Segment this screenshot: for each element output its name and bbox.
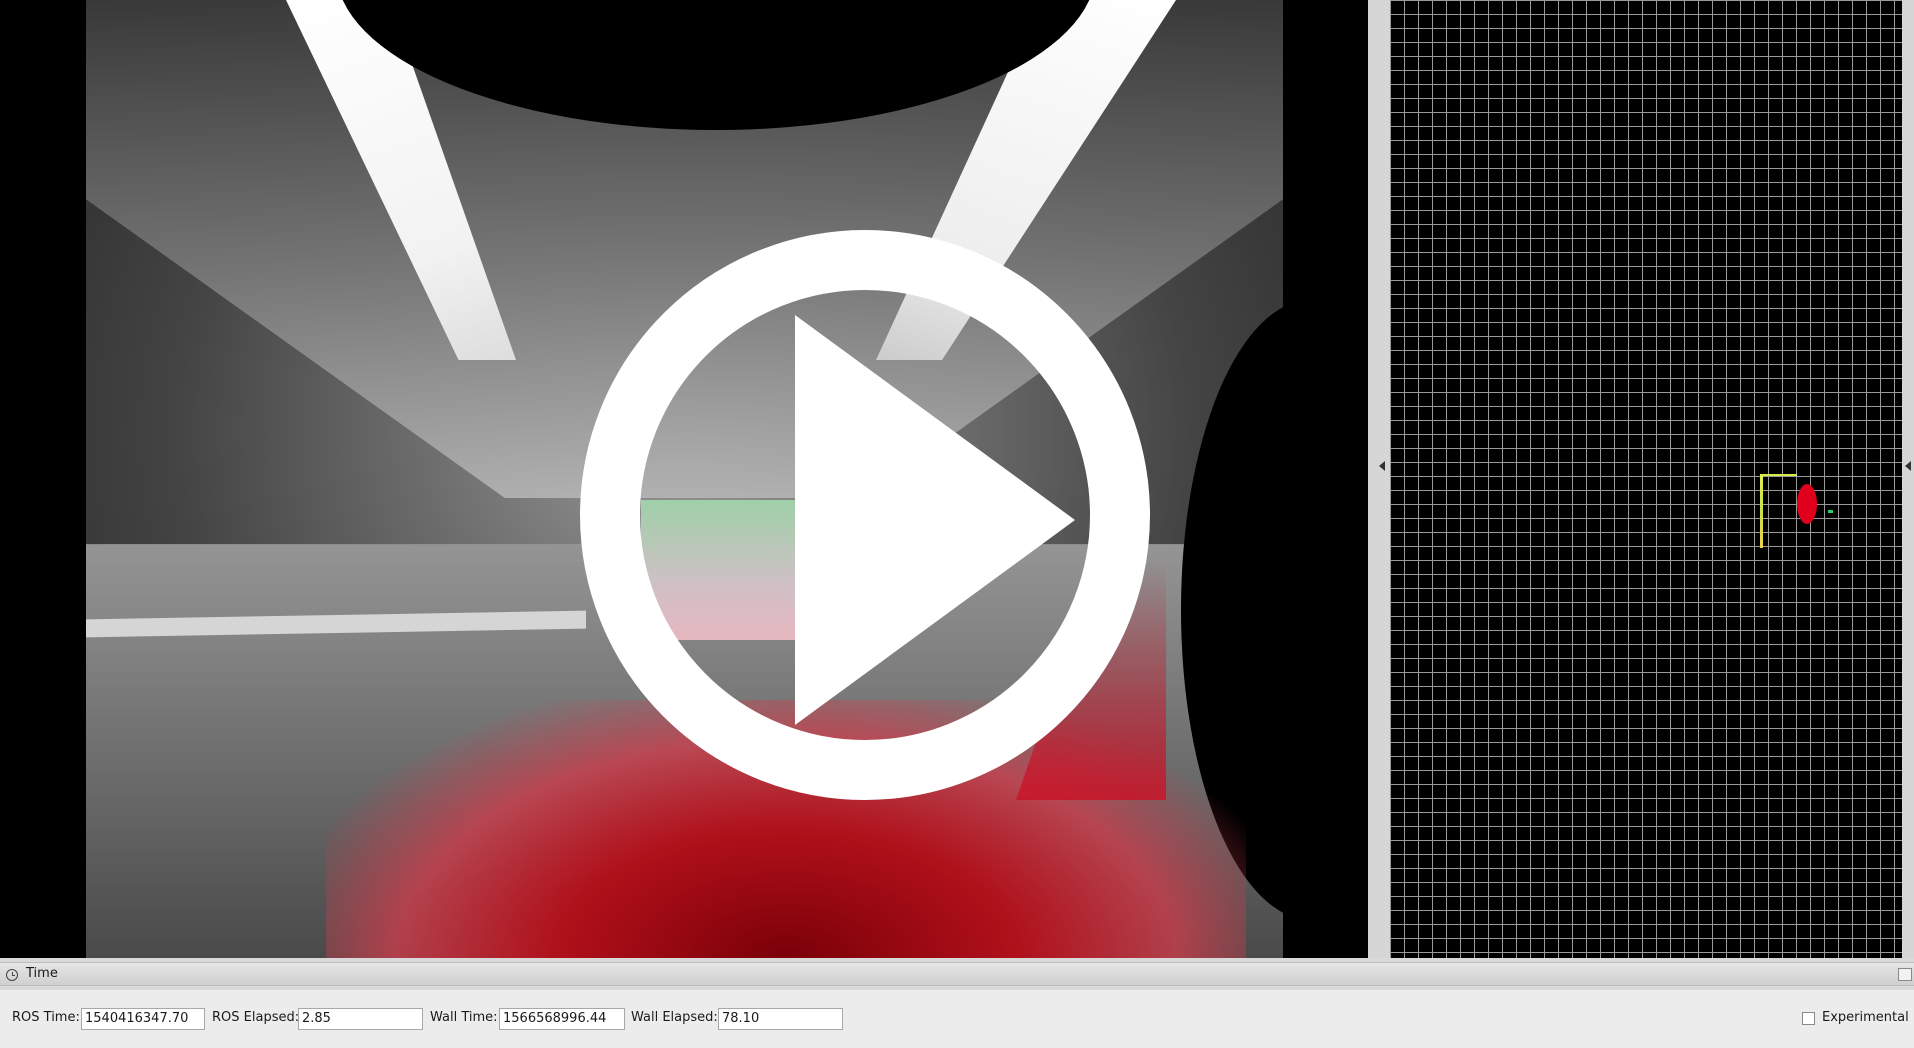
time-panel-header: Time	[0, 962, 1914, 986]
play-triangle	[795, 315, 1075, 725]
time-panel: ROS Time: 1540416347.70 ROS Elapsed: 2.8…	[0, 990, 1914, 1048]
ros-time-label: ROS Time:	[12, 1010, 80, 1025]
wall-elapsed-label: Wall Elapsed:	[631, 1010, 718, 1025]
trajectory-trace-top	[1762, 474, 1797, 476]
wall-time-label: Wall Time:	[430, 1010, 498, 1025]
chevron-left-icon[interactable]	[1379, 461, 1385, 471]
experimental-label: Experimental	[1822, 1010, 1909, 1025]
wall-elapsed-field[interactable]: 78.10	[718, 1008, 843, 1030]
time-panel-title: Time	[26, 966, 58, 981]
robot-heading-marker	[1828, 510, 1833, 513]
trajectory-trace	[1760, 474, 1763, 548]
experimental-checkbox[interactable]	[1802, 1012, 1815, 1025]
ros-time-field[interactable]: 1540416347.70	[81, 1008, 205, 1030]
play-icon[interactable]	[580, 230, 1150, 800]
panel-splitter[interactable]	[1368, 0, 1390, 958]
panel-close-button[interactable]	[1898, 968, 1912, 981]
chevron-left-icon[interactable]	[1905, 461, 1911, 471]
map-grid-view[interactable]	[1390, 0, 1902, 958]
ros-elapsed-field[interactable]: 2.85	[298, 1008, 423, 1030]
camera-view-panel[interactable]	[0, 0, 1368, 958]
robot-marker	[1797, 484, 1817, 524]
wall-time-field[interactable]: 1566568996.44	[499, 1008, 625, 1030]
right-dock-edge[interactable]	[1902, 0, 1914, 958]
ros-elapsed-label: ROS Elapsed:	[212, 1010, 300, 1025]
clock-icon	[6, 969, 18, 981]
